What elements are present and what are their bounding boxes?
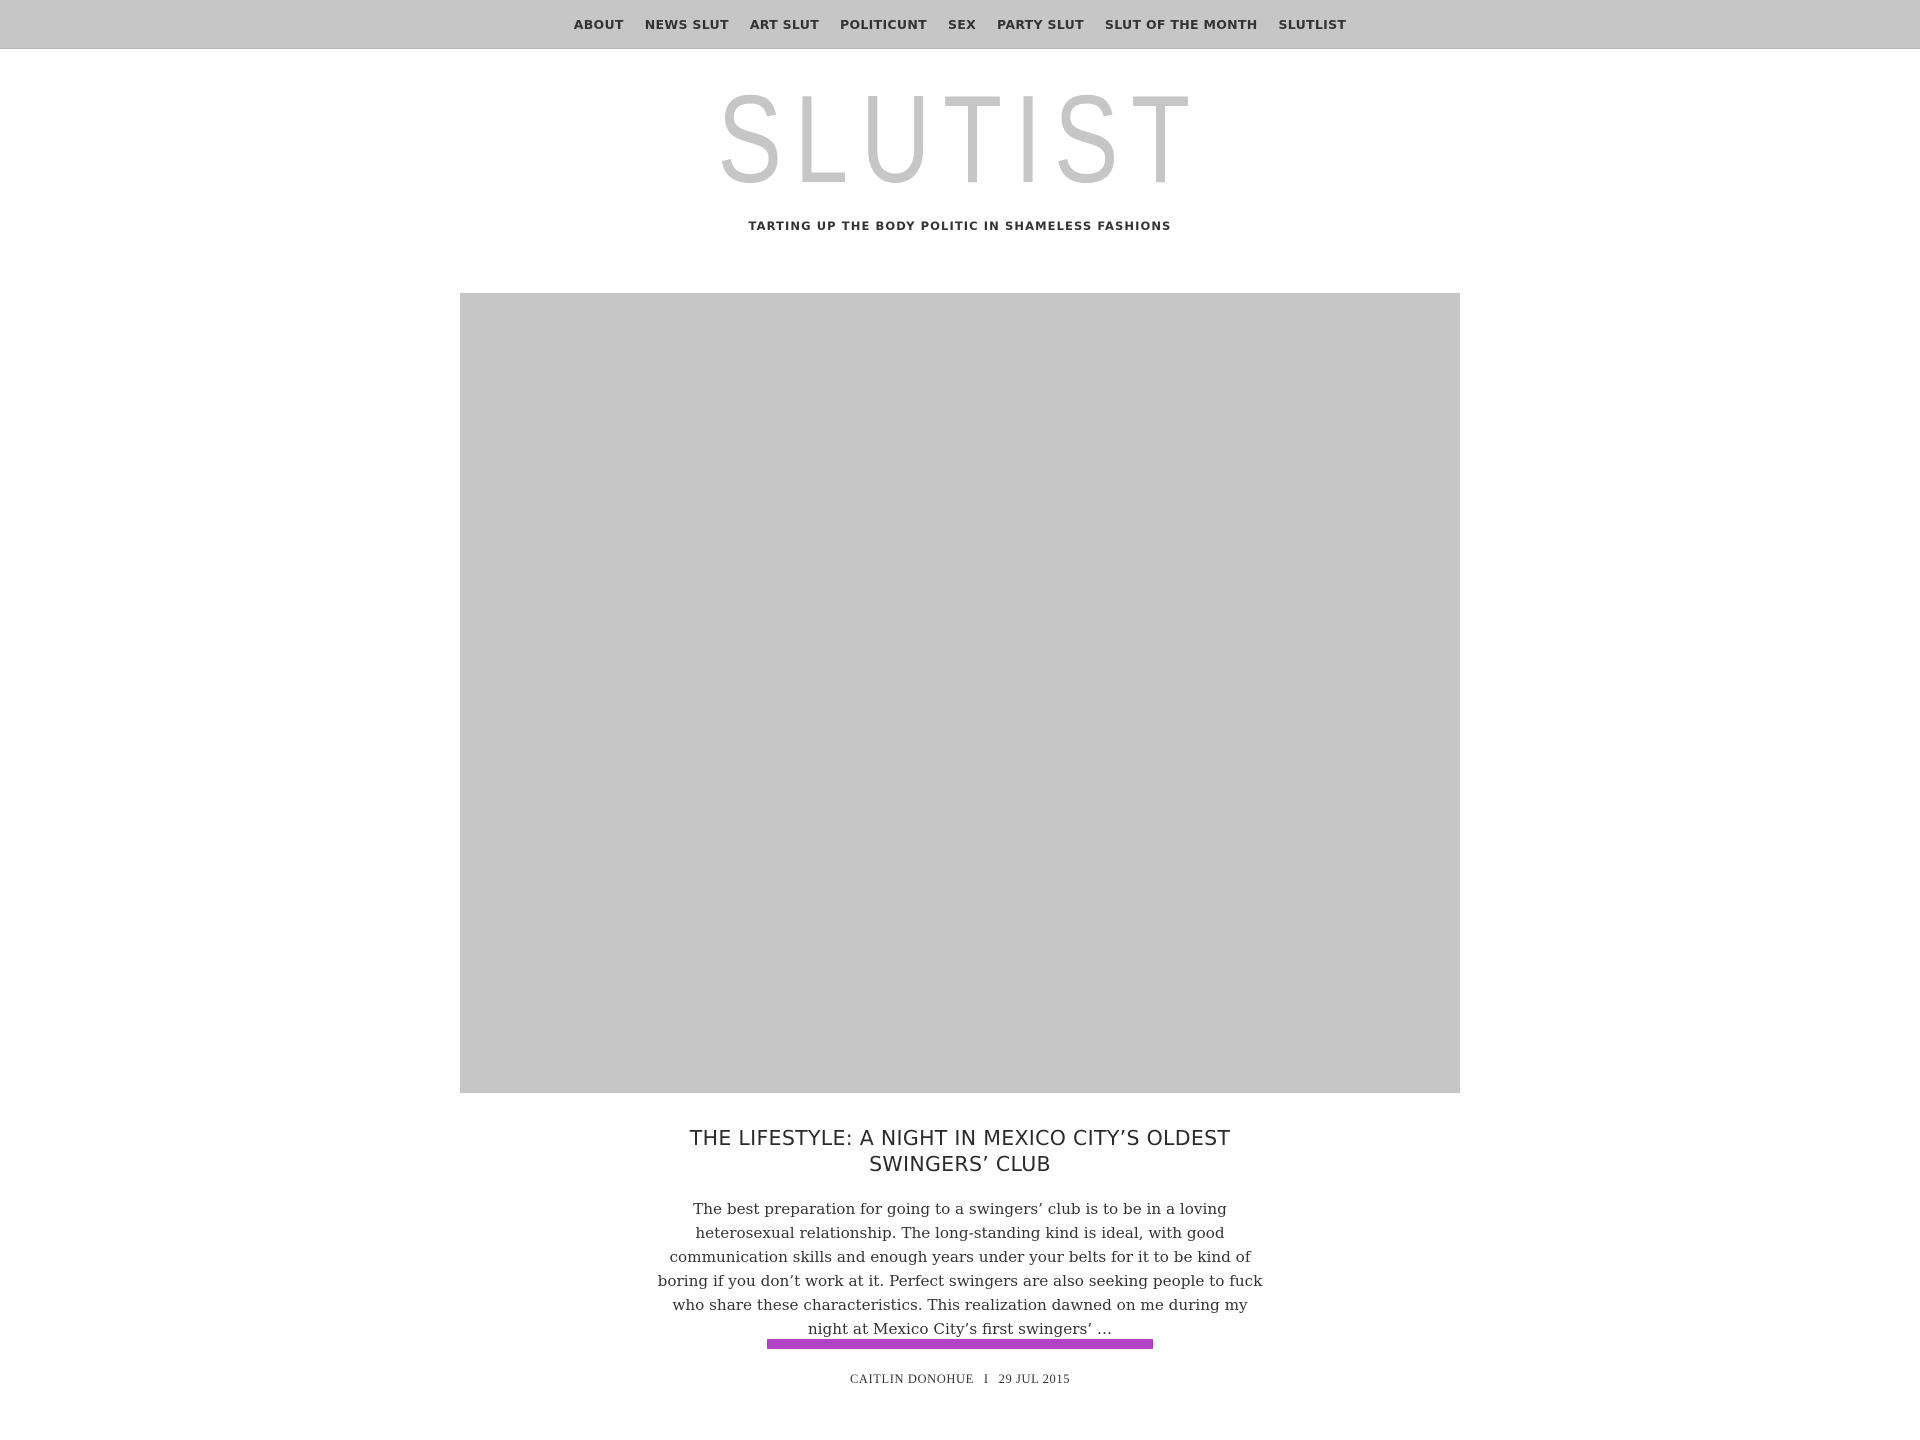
site-logo[interactable]: SLUTIST [211, 78, 1709, 202]
nav-item-sex[interactable]: SEX [948, 17, 976, 32]
nav-item-slutlist[interactable]: SLUTLIST [1278, 17, 1346, 32]
site-tagline: TARTING UP THE BODY POLITIC IN SHAMELESS… [748, 219, 1172, 233]
nav-item-slut-of-the-month[interactable]: SLUT OF THE MONTH [1105, 17, 1258, 32]
post-meta: CAITLIN DONOHUE I 29 JUL 2015 [0, 1372, 1920, 1387]
post-date: 29 JUL 2015 [998, 1372, 1071, 1386]
nav-item-art-slut[interactable]: ART SLUT [750, 17, 819, 32]
top-nav-bar: ABOUT NEWS SLUT ART SLUT POLITICUNT SEX … [0, 0, 1920, 49]
main-nav: ABOUT NEWS SLUT ART SLUT POLITICUNT SEX … [0, 0, 1920, 48]
meta-separator: I [983, 1372, 989, 1386]
nav-item-party-slut[interactable]: PARTY SLUT [997, 17, 1084, 32]
nav-item-about[interactable]: ABOUT [574, 17, 624, 32]
nav-item-politicunt[interactable]: POLITICUNT [840, 17, 927, 32]
post-title[interactable]: THE LIFESTYLE: A NIGHT IN MEXICO CITY’S … [660, 1125, 1260, 1177]
post-excerpt: The best preparation for going to a swin… [657, 1200, 1263, 1338]
featured-image[interactable] [460, 293, 1460, 1093]
accent-divider [767, 1339, 1153, 1349]
nav-item-news-slut[interactable]: NEWS SLUT [645, 17, 729, 32]
post-author[interactable]: CAITLIN DONOHUE [850, 1372, 974, 1386]
